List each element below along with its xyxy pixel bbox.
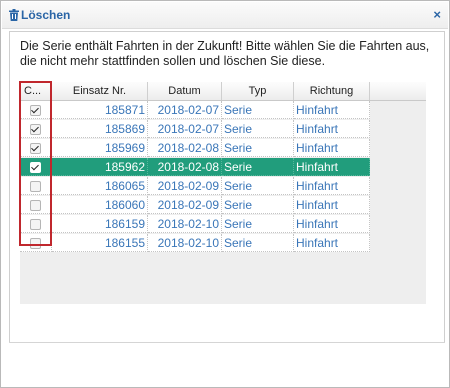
column-header-datum[interactable]: Datum — [148, 82, 222, 100]
column-header-typ[interactable]: Typ — [222, 82, 294, 100]
column-header-checkbox[interactable]: C... — [20, 82, 52, 100]
cell-richtung: Hinfahrt — [294, 177, 370, 195]
row-checkbox[interactable] — [30, 143, 41, 154]
cell-richtung: Hinfahrt — [294, 139, 370, 157]
cell-datum: 2018-02-08 — [148, 158, 222, 176]
cell-typ: Serie — [222, 196, 294, 214]
row-checkbox-cell — [20, 139, 52, 157]
cell-datum: 2018-02-09 — [148, 196, 222, 214]
table-row[interactable]: 185869 2018-02-07 Serie Hinfahrt — [20, 120, 370, 138]
cell-einsatz-nr: 185962 — [52, 158, 148, 176]
cell-typ: Serie — [222, 158, 294, 176]
cell-richtung: Hinfahrt — [294, 234, 370, 252]
cell-einsatz-nr: 186155 — [52, 234, 148, 252]
cell-datum: 2018-02-10 — [148, 234, 222, 252]
table-row[interactable]: 185969 2018-02-08 Serie Hinfahrt — [20, 139, 370, 157]
cell-einsatz-nr: 185871 — [52, 101, 148, 119]
dialog-footer-divider — [9, 342, 445, 343]
row-checkbox-cell — [20, 177, 52, 195]
row-checkbox[interactable] — [30, 162, 41, 173]
row-checkbox[interactable] — [30, 181, 41, 192]
cell-typ: Serie — [222, 120, 294, 138]
cell-datum: 2018-02-07 — [148, 120, 222, 138]
dialog-titlebar: Löschen × — [2, 2, 448, 29]
cell-einsatz-nr: 186060 — [52, 196, 148, 214]
cell-einsatz-nr: 185869 — [52, 120, 148, 138]
cell-richtung: Hinfahrt — [294, 196, 370, 214]
cell-typ: Serie — [222, 101, 294, 119]
close-icon[interactable]: × — [433, 7, 441, 22]
trips-grid: C... Einsatz Nr. Datum Typ Richtung 1858… — [19, 81, 426, 304]
delete-dialog: Löschen × Die Serie enthält Fahrten in d… — [0, 0, 450, 388]
row-checkbox-cell — [20, 101, 52, 119]
grid-header: C... Einsatz Nr. Datum Typ Richtung — [20, 82, 426, 101]
cell-richtung: Hinfahrt — [294, 101, 370, 119]
cell-einsatz-nr: 186065 — [52, 177, 148, 195]
cell-datum: 2018-02-10 — [148, 215, 222, 233]
row-checkbox-cell — [20, 234, 52, 252]
table-row[interactable]: 185871 2018-02-07 Serie Hinfahrt — [20, 101, 370, 119]
cell-einsatz-nr: 186159 — [52, 215, 148, 233]
cell-typ: Serie — [222, 139, 294, 157]
row-checkbox[interactable] — [30, 219, 41, 230]
column-header-richtung[interactable]: Richtung — [294, 82, 370, 100]
row-checkbox[interactable] — [30, 200, 41, 211]
dialog-message: Die Serie enthält Fahrten in der Zukunft… — [20, 39, 430, 68]
cell-datum: 2018-02-09 — [148, 177, 222, 195]
trash-icon — [9, 9, 19, 21]
table-row[interactable]: 186065 2018-02-09 Serie Hinfahrt — [20, 177, 370, 195]
row-checkbox-cell — [20, 120, 52, 138]
table-row[interactable]: 185962 2018-02-08 Serie Hinfahrt — [20, 158, 370, 176]
row-checkbox-cell — [20, 158, 52, 176]
table-row[interactable]: 186155 2018-02-10 Serie Hinfahrt — [20, 234, 370, 252]
dialog-title: Löschen — [21, 8, 71, 22]
dialog-body: Die Serie enthält Fahrten in der Zukunft… — [9, 31, 445, 343]
table-row[interactable]: 186159 2018-02-10 Serie Hinfahrt — [20, 215, 370, 233]
cell-richtung: Hinfahrt — [294, 120, 370, 138]
cell-typ: Serie — [222, 234, 294, 252]
row-checkbox-cell — [20, 215, 52, 233]
row-checkbox[interactable] — [30, 105, 41, 116]
cell-einsatz-nr: 185969 — [52, 139, 148, 157]
table-row[interactable]: 186060 2018-02-09 Serie Hinfahrt — [20, 196, 370, 214]
cell-datum: 2018-02-08 — [148, 139, 222, 157]
row-checkbox[interactable] — [30, 238, 41, 249]
row-checkbox[interactable] — [30, 124, 41, 135]
cell-richtung: Hinfahrt — [294, 158, 370, 176]
cell-datum: 2018-02-07 — [148, 101, 222, 119]
cell-typ: Serie — [222, 177, 294, 195]
row-checkbox-cell — [20, 196, 52, 214]
cell-richtung: Hinfahrt — [294, 215, 370, 233]
cell-typ: Serie — [222, 215, 294, 233]
column-header-einsatz-nr[interactable]: Einsatz Nr. — [52, 82, 148, 100]
